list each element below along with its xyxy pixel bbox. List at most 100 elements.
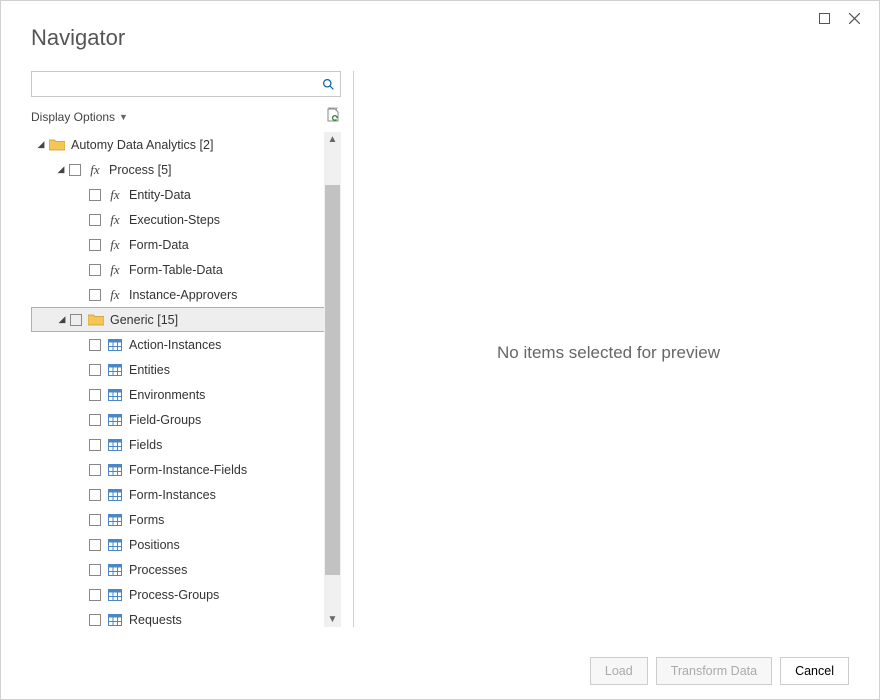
tree-item-label: Forms [129, 513, 164, 527]
fx-icon: fx [107, 187, 123, 203]
folder-icon [88, 313, 104, 326]
page-title: Navigator [1, 1, 879, 71]
tree-item-label: Form-Instances [129, 488, 216, 502]
panel-divider [353, 71, 354, 627]
display-options-label: Display Options [31, 110, 115, 124]
refresh-button[interactable] [325, 107, 341, 126]
checkbox[interactable] [89, 414, 101, 426]
tree-item-label: Fields [129, 438, 162, 452]
tree-leaf-item[interactable]: ▶Entities [31, 357, 324, 382]
folder-root-icon [49, 138, 65, 151]
tree-folder-item[interactable]: ◢ fx Process [5] [31, 157, 324, 182]
table-icon [107, 589, 123, 601]
chevron-down-icon: ▼ [119, 112, 128, 122]
tree-item-label: Environments [129, 388, 205, 402]
checkbox[interactable] [89, 439, 101, 451]
tree-item-label: Action-Instances [129, 338, 221, 352]
expander-icon[interactable]: ◢ [55, 164, 67, 175]
tree-item-label: Execution-Steps [129, 213, 220, 227]
table-icon [107, 364, 123, 376]
tree-item-label: Form-Instance-Fields [129, 463, 247, 477]
search-input[interactable] [32, 72, 316, 96]
fx-folder-icon: fx [87, 162, 103, 178]
checkbox[interactable] [89, 514, 101, 526]
tree-leaf-item[interactable]: ▶Action-Instances [31, 332, 324, 357]
fx-icon: fx [107, 287, 123, 303]
checkbox[interactable] [69, 164, 81, 176]
table-icon [107, 414, 123, 426]
checkbox[interactable] [89, 389, 101, 401]
maximize-button[interactable] [809, 5, 839, 31]
checkbox[interactable] [89, 264, 101, 276]
tree-scrollbar[interactable]: ▲ ▼ [324, 132, 341, 627]
navigator-left-panel: Display Options ▼ ◢ Automy Data Analytics… [31, 71, 341, 627]
preview-panel: No items selected for preview [368, 71, 849, 627]
tree-item-label: Form-Data [129, 238, 189, 252]
display-options-dropdown[interactable]: Display Options ▼ [31, 110, 128, 124]
table-icon [107, 614, 123, 626]
checkbox[interactable] [89, 289, 101, 301]
fx-icon: fx [107, 237, 123, 253]
scrollbar-thumb[interactable] [325, 185, 340, 575]
scroll-down-arrow[interactable]: ▼ [328, 614, 338, 625]
tree-leaf-item[interactable]: ▶Form-Instances [31, 482, 324, 507]
tree-folder-item[interactable]: ◢ Generic [15] [31, 307, 324, 332]
checkbox[interactable] [89, 589, 101, 601]
tree-leaf-item[interactable]: ▶Forms [31, 507, 324, 532]
tree-leaf-item[interactable]: ▶fxForm-Data [31, 232, 324, 257]
checkbox[interactable] [89, 189, 101, 201]
tree-item-label: Process-Groups [129, 588, 219, 602]
tree-leaf-item[interactable]: ▶Fields [31, 432, 324, 457]
tree-leaf-item[interactable]: ▶Positions [31, 532, 324, 557]
tree-leaf-item[interactable]: ▶Environments [31, 382, 324, 407]
tree-leaf-item[interactable]: ▶Field-Groups [31, 407, 324, 432]
checkbox[interactable] [89, 539, 101, 551]
tree-item-label: Instance-Approvers [129, 288, 237, 302]
tree-item-label: Positions [129, 538, 180, 552]
close-button[interactable] [839, 5, 869, 31]
checkbox[interactable] [89, 489, 101, 501]
table-icon [107, 489, 123, 501]
tree-item-label: Process [5] [109, 163, 172, 177]
tree-leaf-item[interactable]: ▶fxExecution-Steps [31, 207, 324, 232]
table-icon [107, 339, 123, 351]
tree-leaf-item[interactable]: ▶fxForm-Table-Data [31, 257, 324, 282]
fx-icon: fx [107, 262, 123, 278]
table-icon [107, 464, 123, 476]
tree-item-label: Form-Table-Data [129, 263, 223, 277]
load-button[interactable]: Load [590, 657, 648, 685]
expander-icon[interactable]: ◢ [56, 314, 68, 325]
tree-leaf-item[interactable]: ▶Form-Instance-Fields [31, 457, 324, 482]
tree-item-label: Generic [15] [110, 313, 178, 327]
table-icon [107, 514, 123, 526]
checkbox[interactable] [89, 564, 101, 576]
tree-leaf-item[interactable]: ▶Processes [31, 557, 324, 582]
expander-icon[interactable]: ◢ [35, 139, 47, 150]
search-input-container [31, 71, 341, 97]
transform-data-button[interactable]: Transform Data [656, 657, 772, 685]
checkbox[interactable] [89, 239, 101, 251]
tree-item-label: Field-Groups [129, 413, 201, 427]
cancel-button[interactable]: Cancel [780, 657, 849, 685]
scroll-up-arrow[interactable]: ▲ [328, 134, 338, 145]
tree-item-label: Processes [129, 563, 187, 577]
tree-leaf-item[interactable]: ▶fxEntity-Data [31, 182, 324, 207]
checkbox[interactable] [89, 464, 101, 476]
tree-root-item[interactable]: ◢ Automy Data Analytics [2] [31, 132, 324, 157]
search-icon[interactable] [316, 72, 340, 96]
table-icon [107, 564, 123, 576]
navigator-tree: ◢ Automy Data Analytics [2] ◢ fx Process [5]… [31, 132, 324, 627]
tree-leaf-item[interactable]: ▶Requests [31, 607, 324, 627]
checkbox[interactable] [89, 339, 101, 351]
tree-leaf-item[interactable]: ▶Process-Groups [31, 582, 324, 607]
checkbox[interactable] [70, 314, 82, 326]
checkbox[interactable] [89, 364, 101, 376]
tree-item-label: Automy Data Analytics [2] [71, 138, 213, 152]
checkbox[interactable] [89, 214, 101, 226]
tree-leaf-item[interactable]: ▶fxInstance-Approvers [31, 282, 324, 307]
table-icon [107, 539, 123, 551]
preview-empty-message: No items selected for preview [497, 343, 720, 363]
tree-item-label: Entities [129, 363, 170, 377]
fx-icon: fx [107, 212, 123, 228]
checkbox[interactable] [89, 614, 101, 626]
